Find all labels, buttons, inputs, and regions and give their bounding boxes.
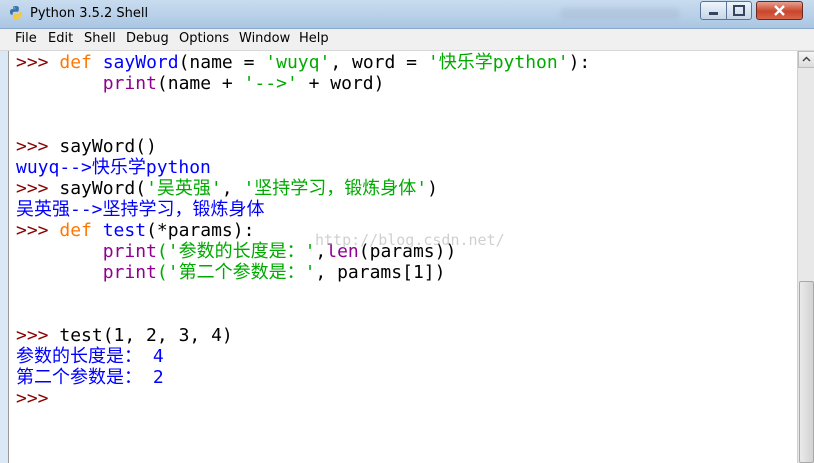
title-bar[interactable]: Python 3.5.2 Shell xyxy=(0,0,814,29)
string-literal: ('第二个参数是：' xyxy=(156,262,316,283)
vertical-scrollbar[interactable] xyxy=(797,51,814,463)
menu-shell[interactable]: Shell xyxy=(84,31,116,46)
shell-prompt: >>> xyxy=(16,52,49,73)
shell-prompt: >>> xyxy=(16,388,49,409)
chevron-up-icon xyxy=(802,56,811,62)
window-title: Python 3.5.2 Shell xyxy=(30,6,149,21)
shell-line: print('第二个参数是：', params[1]) xyxy=(16,262,446,283)
minimize-icon xyxy=(709,12,718,15)
close-button[interactable] xyxy=(756,1,803,20)
menu-edit[interactable]: Edit xyxy=(48,31,73,46)
code-text: (name + xyxy=(156,73,244,94)
shell-line: >>> sayWord() xyxy=(16,136,157,157)
shell-output-line: 第二个参数是： 2 xyxy=(16,367,164,388)
keyword: def xyxy=(59,220,92,241)
code-text: sayWord() xyxy=(59,136,157,157)
code-text: , params[1]) xyxy=(315,262,446,283)
close-icon xyxy=(774,5,785,16)
code-text: (name = xyxy=(178,52,266,73)
builtin-name: print xyxy=(102,73,157,94)
code-text: , xyxy=(221,178,244,199)
title-bar-blur xyxy=(560,8,680,20)
shell-output-line: wuyq-->快乐学python xyxy=(16,157,211,178)
shell-line: >>> test(1, 2, 3, 4) xyxy=(16,325,233,346)
watermark: http://blog.csdn.net/ xyxy=(315,231,505,249)
keyword: def xyxy=(59,52,92,73)
code-text: sayWord( xyxy=(59,178,147,199)
maximize-button[interactable] xyxy=(726,1,752,20)
minimize-button[interactable] xyxy=(700,1,727,20)
scroll-up-button[interactable] xyxy=(798,51,814,68)
string-literal: '吴英强' xyxy=(146,178,222,199)
function-name: sayWord xyxy=(102,52,179,73)
code-text: test(1, 2, 3, 4) xyxy=(59,325,233,346)
maximize-icon xyxy=(733,5,745,16)
shell-line: >>> sayWord('吴英强', '坚持学习，锻炼身体') xyxy=(16,178,438,199)
string-literal: ('参数的长度是：' xyxy=(156,241,316,262)
builtin-name: print xyxy=(102,241,157,262)
string-literal: '快乐学python' xyxy=(427,52,569,73)
code-text: ): xyxy=(568,52,591,73)
builtin-name: print xyxy=(102,262,157,283)
shell-line: >>> def sayWord(name = 'wuyq', word = '快… xyxy=(16,52,590,73)
shell-output-area[interactable]: >>> def sayWord(name = 'wuyq', word = '快… xyxy=(8,51,798,463)
shell-output-line: 吴英强-->坚持学习，锻炼身体 xyxy=(16,199,265,220)
code-text: (*params): xyxy=(146,220,255,241)
menu-window[interactable]: Window xyxy=(239,31,290,46)
shell-line: >>> def test(*params): xyxy=(16,220,254,241)
string-literal: '坚持学习，锻炼身体' xyxy=(243,178,428,199)
shell-prompt: >>> xyxy=(16,220,49,241)
shell-input-line[interactable]: >>> xyxy=(16,388,49,409)
string-literal: '-->' xyxy=(243,73,298,94)
python-icon xyxy=(10,6,22,20)
shell-prompt: >>> xyxy=(16,325,49,346)
string-literal: 'wuyq' xyxy=(265,52,331,73)
scrollbar-thumb[interactable] xyxy=(799,281,814,463)
shell-prompt: >>> xyxy=(16,178,49,199)
menu-file[interactable]: File xyxy=(15,31,37,46)
function-name: test xyxy=(102,220,147,241)
code-text: + word) xyxy=(297,73,385,94)
menu-debug[interactable]: Debug xyxy=(126,31,169,46)
shell-line: print(name + '-->' + word) xyxy=(16,73,385,94)
code-text: ) xyxy=(427,178,438,199)
shell-prompt: >>> xyxy=(16,136,49,157)
menu-bar: File Edit Shell Debug Options Window Hel… xyxy=(0,29,814,51)
code-text: , word = xyxy=(330,52,428,73)
menu-help[interactable]: Help xyxy=(299,31,329,46)
menu-options[interactable]: Options xyxy=(179,31,229,46)
shell-output-line: 参数的长度是： 4 xyxy=(16,346,164,367)
